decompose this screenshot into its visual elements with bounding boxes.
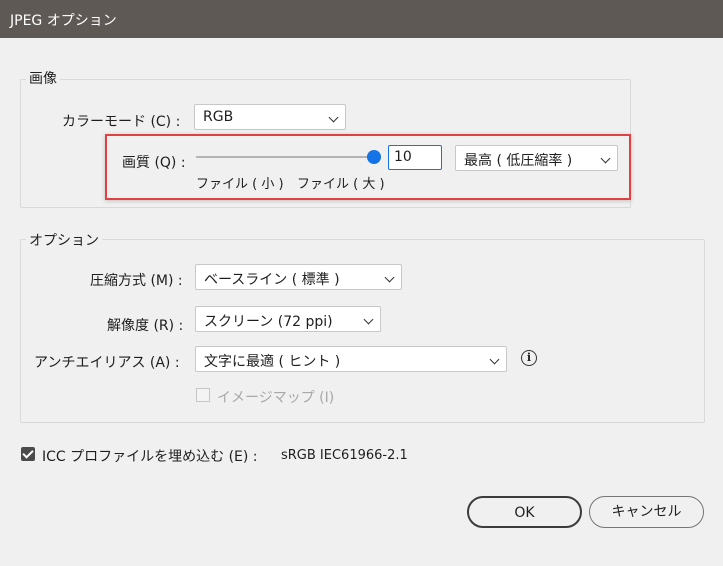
cancel-button[interactable]: キャンセル: [589, 496, 704, 528]
quality-value-field[interactable]: 10: [388, 145, 442, 170]
cancel-button-label: キャンセル: [611, 504, 682, 520]
slider-thumb[interactable]: [367, 150, 381, 164]
chevron-down-icon: [600, 153, 611, 164]
icc-checkbox[interactable]: [21, 447, 35, 461]
resolution-value: スクリーン (72 ppi): [204, 314, 333, 330]
slider-min-label: ファイル ( 小 ): [196, 177, 284, 192]
quality-preset-dropdown[interactable]: 最高 ( 低圧縮率 ): [455, 145, 618, 171]
imagemap-label: イメージマップ (I): [217, 390, 335, 406]
slider-track: [196, 156, 374, 158]
color-mode-dropdown[interactable]: RGB: [194, 104, 346, 130]
resolution-dropdown[interactable]: スクリーン (72 ppi): [195, 306, 381, 332]
icc-label: ICC プロファイルを埋め込む (E) :: [42, 449, 258, 465]
quality-slider[interactable]: [196, 150, 386, 166]
antialias-label: アンチエイリアス (A) :: [34, 355, 180, 371]
color-mode-label: カラーモード (C) :: [62, 114, 181, 130]
antialias-value: 文字に最適 ( ヒント ): [204, 354, 341, 370]
quality-value: 10: [394, 149, 412, 165]
slider-max-label: ファイル ( 大 ): [297, 177, 385, 192]
compression-label: 圧縮方式 (M) :: [90, 273, 183, 289]
quality-preset-value: 最高 ( 低圧縮率 ): [464, 153, 573, 169]
window-title: JPEG オプション: [10, 13, 117, 29]
icc-profile: sRGB IEC61966-2.1: [281, 448, 408, 463]
title-bar: JPEG オプション: [0, 0, 723, 38]
chevron-down-icon: [384, 272, 395, 283]
image-legend: 画像: [26, 68, 60, 88]
ok-button[interactable]: OK: [467, 496, 582, 528]
color-mode-value: RGB: [203, 109, 234, 125]
quality-label: 画質 (Q) :: [122, 155, 186, 171]
imagemap-checkbox[interactable]: [196, 388, 210, 402]
options-legend: オプション: [26, 230, 102, 250]
chevron-down-icon: [363, 314, 374, 325]
ok-button-label: OK: [514, 505, 535, 521]
compression-value: ベースライン ( 標準 ): [204, 272, 340, 288]
chevron-down-icon: [489, 354, 500, 365]
resolution-label: 解像度 (R) :: [107, 318, 184, 334]
chevron-down-icon: [328, 112, 339, 123]
antialias-dropdown[interactable]: 文字に最適 ( ヒント ): [195, 346, 507, 372]
checkmark-icon: [22, 447, 34, 459]
info-icon[interactable]: i: [521, 350, 537, 366]
compression-dropdown[interactable]: ベースライン ( 標準 ): [195, 264, 402, 290]
